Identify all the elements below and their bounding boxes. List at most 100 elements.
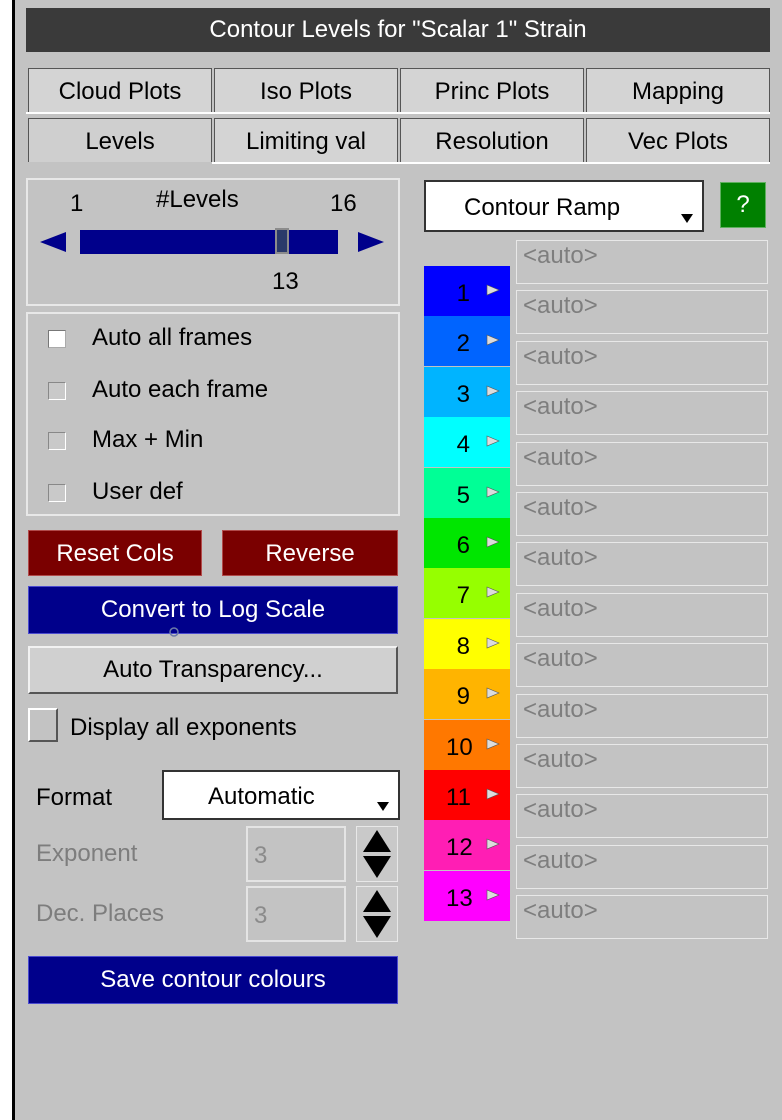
level-value-input[interactable]: <auto> [516, 643, 768, 688]
format-dropdown-value: Automatic [208, 783, 315, 810]
slider-right-arrow-icon[interactable] [356, 230, 386, 254]
colour-picker-arrow-icon[interactable] [486, 385, 500, 399]
level-value-input[interactable]: <auto> [516, 441, 768, 486]
colour-picker-arrow-icon[interactable] [486, 334, 500, 348]
auto-all-frames-label: Auto all frames [92, 324, 253, 351]
tab-vec-plots[interactable]: Vec Plots [586, 118, 770, 162]
colour-picker-arrow-icon[interactable] [486, 486, 500, 500]
tab-iso-plots[interactable]: Iso Plots [214, 68, 398, 112]
contour-colour-swatch[interactable]: 9 [424, 669, 510, 720]
colour-picker-arrow-icon[interactable] [486, 889, 500, 903]
tab-levels[interactable]: Levels [28, 118, 212, 162]
level-value-input[interactable]: <auto> [516, 240, 768, 284]
level-value-input[interactable]: <auto> [516, 895, 768, 940]
slider-left-arrow-icon[interactable] [38, 230, 68, 254]
save-contour-colours-button[interactable]: Save contour colours [28, 956, 398, 1004]
help-button[interactable]: ? [720, 182, 766, 228]
contour-colour-swatch[interactable]: 6 [424, 518, 510, 568]
colour-picker-arrow-icon[interactable] [486, 788, 500, 802]
exponent-label: Exponent [36, 840, 138, 867]
contour-colour-swatch[interactable]: 8 [424, 618, 510, 669]
level-value-input[interactable]: <auto> [516, 391, 768, 436]
level-value-input[interactable]: <auto> [516, 794, 768, 839]
slider-value: 13 [272, 268, 299, 295]
contour-level-number: 12 [446, 834, 473, 862]
contour-level-number: 3 [456, 380, 470, 408]
level-value-input[interactable]: <auto> [516, 592, 768, 637]
window-border [12, 0, 15, 1120]
level-value-input[interactable]: <auto> [516, 542, 768, 587]
levels-slider-track[interactable] [80, 228, 338, 254]
colour-picker-arrow-icon[interactable] [486, 838, 500, 852]
contour-colour-swatch[interactable]: 11 [424, 770, 510, 820]
level-value-input[interactable]: <auto> [516, 290, 768, 335]
format-dropdown[interactable]: Automatic [162, 770, 400, 820]
reset-cols-button[interactable]: Reset Cols [28, 530, 202, 576]
contour-colour-swatch[interactable]: 13 [424, 870, 510, 921]
user-def-checkbox[interactable] [48, 484, 66, 502]
tab-mapping[interactable]: Mapping [586, 68, 770, 112]
display-all-exponents-label: Display all exponents [70, 714, 297, 741]
colour-picker-arrow-icon[interactable] [486, 738, 500, 752]
tab-princ-plots[interactable]: Princ Plots [400, 68, 584, 112]
dec-places-stepper-icon[interactable] [356, 886, 398, 942]
format-label: Format [36, 784, 113, 811]
colour-picker-arrow-icon[interactable] [486, 687, 500, 701]
tab-label: Princ Plots [434, 78, 550, 105]
slider-min-label: 1 [70, 190, 84, 217]
colour-picker-arrow-icon[interactable] [486, 637, 500, 651]
contour-level-number: 5 [456, 481, 470, 509]
tab-cloud-plots[interactable]: Cloud Plots [28, 68, 212, 112]
convert-log-scale-label: Convert to Log Scale [100, 596, 326, 623]
contour-level-number: 8 [456, 632, 470, 660]
contour-levels-panel: Contour Levels for "Scalar 1" Strain Clo… [0, 0, 782, 1120]
contour-colour-swatch[interactable]: 12 [424, 820, 510, 871]
contour-level-number: 4 [456, 431, 470, 459]
auto-each-frame-checkbox[interactable] [48, 382, 66, 400]
tab-label: Vec Plots [627, 128, 729, 155]
colour-picker-arrow-icon[interactable] [486, 536, 500, 550]
level-value-input[interactable]: <auto> [516, 744, 768, 788]
reverse-button[interactable]: Reverse [222, 530, 398, 576]
exponent-input[interactable]: 3 [246, 826, 346, 882]
tab-limiting-val[interactable]: Limiting val [214, 118, 398, 162]
colour-picker-arrow-icon[interactable] [486, 586, 500, 600]
contour-colour-swatch[interactable]: 1 [424, 266, 510, 316]
cursor-indicator-icon [169, 627, 179, 637]
tab-label: Iso Plots [259, 78, 353, 105]
slider-max-label: 16 [330, 190, 357, 217]
levels-slider-thumb[interactable] [275, 228, 290, 254]
tab-resolution[interactable]: Resolution [400, 118, 584, 162]
window-edge [0, 0, 12, 1120]
convert-log-scale-button[interactable]: Convert to Log Scale [28, 586, 398, 634]
display-all-exponents-checkbox[interactable] [28, 708, 58, 742]
contour-colour-swatch[interactable]: 10 [424, 719, 510, 770]
level-value-input[interactable]: <auto> [516, 340, 768, 385]
auto-all-frames-checkbox[interactable] [48, 330, 66, 348]
exponent-stepper-icon[interactable] [356, 826, 398, 882]
contour-colour-swatch[interactable]: 5 [424, 467, 510, 518]
slider-title: #Levels [156, 186, 239, 213]
max-min-checkbox[interactable] [48, 432, 66, 450]
contour-colour-swatch[interactable]: 7 [424, 568, 510, 619]
tab-label: Cloud Plots [58, 78, 182, 105]
contour-colour-swatch[interactable]: 3 [424, 366, 510, 417]
contour-colour-swatch[interactable]: 4 [424, 417, 510, 468]
auto-each-frame-label: Auto each frame [92, 376, 269, 403]
contour-level-number: 11 [446, 784, 471, 811]
tab-divider [212, 162, 770, 164]
ramp-dropdown[interactable]: Contour Ramp [424, 180, 704, 232]
dec-places-input[interactable]: 3 [246, 886, 346, 942]
dropdown-arrow-icon [377, 800, 389, 811]
tab-label: Levels [85, 128, 155, 155]
auto-transparency-button[interactable]: Auto Transparency... [28, 646, 398, 694]
level-value-input[interactable]: <auto> [516, 693, 768, 738]
colour-picker-arrow-icon[interactable] [486, 435, 500, 449]
contour-level-number: 1 [456, 280, 470, 307]
tab-label: Mapping [631, 78, 725, 105]
dec-places-label: Dec. Places [36, 900, 165, 927]
level-value-input[interactable]: <auto> [516, 844, 768, 889]
colour-picker-arrow-icon[interactable] [486, 284, 500, 298]
contour-colour-swatch[interactable]: 2 [424, 316, 510, 367]
level-value-input[interactable]: <auto> [516, 492, 768, 536]
